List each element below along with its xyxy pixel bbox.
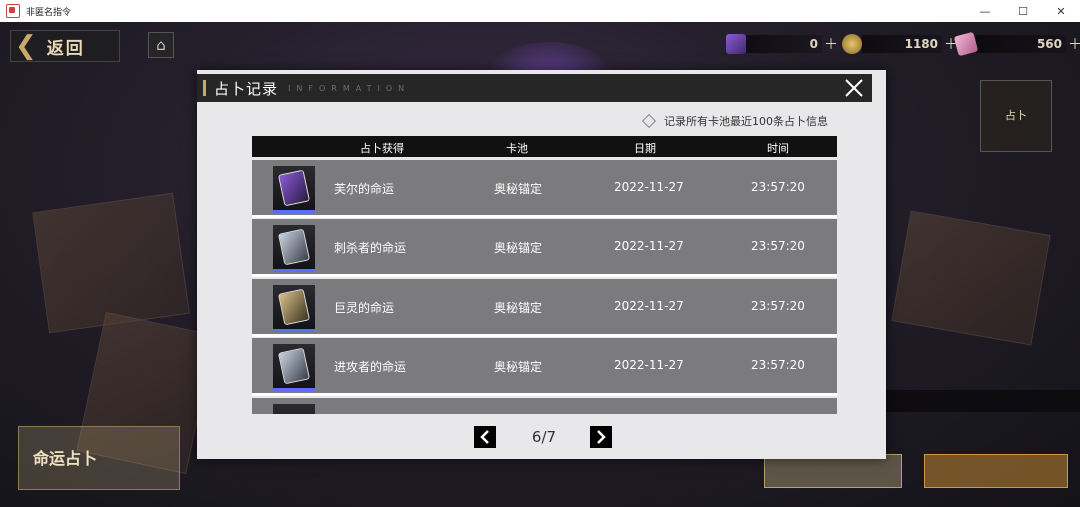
table-header: 占卜获得 卡池 日期 时间 [252, 136, 837, 157]
chevron-right-icon [597, 430, 606, 444]
row-item: 芙尔的命运 [334, 182, 395, 196]
close-icon [845, 79, 863, 97]
gold-coin-icon [842, 34, 862, 54]
add-gem-button[interactable]: ＋ [824, 34, 838, 54]
table-row: 巨灵的命运 奥秘锚定 2022-11-27 23:57:20 [252, 279, 837, 337]
row-date: 2022-11-27 [614, 299, 684, 313]
draw-once-button[interactable] [764, 454, 902, 488]
draw-ten-button[interactable] [924, 454, 1068, 488]
card-thumbnail [273, 166, 315, 213]
minimize-button[interactable]: — [966, 0, 1004, 22]
card-thumbnail [273, 344, 315, 391]
card-icon [277, 169, 311, 207]
pink-ticket-icon [953, 31, 979, 57]
row-time: 23:57:20 [751, 358, 805, 372]
column-header-time: 时间 [767, 142, 789, 155]
card-thumbnail [273, 404, 315, 414]
modal-header: 占卜记录 INFORMATION [197, 74, 872, 102]
left-badge[interactable]: 命运占卜 [18, 426, 180, 490]
header-accent [203, 80, 206, 96]
record-note: 记录所有卡池最近100条占卜信息 [641, 113, 828, 129]
modal-subtitle: INFORMATION [288, 83, 411, 93]
home-button[interactable]: ⌂ [148, 32, 174, 58]
next-page-button[interactable] [590, 426, 612, 448]
pagination: 6/7 [474, 426, 612, 448]
record-list[interactable]: 芙尔的命运 奥秘锚定 2022-11-27 23:57:20 刺杀者的命运 奥秘… [252, 160, 837, 414]
card-thumbnail [273, 225, 315, 272]
row-date: 2022-11-27 [614, 180, 684, 194]
purple-gem-icon [726, 34, 746, 54]
card-icon [277, 288, 311, 326]
close-modal-button[interactable] [842, 76, 866, 100]
row-date: 2022-11-27 [614, 239, 684, 253]
card-icon [277, 347, 311, 385]
row-pool: 奥秘锚定 [494, 360, 543, 374]
right-banner [880, 390, 1080, 412]
record-note-text: 记录所有卡池最近100条占卜信息 [664, 115, 828, 128]
column-header-item: 占卜获得 [360, 142, 404, 155]
maximize-button[interactable]: ☐ [1004, 0, 1042, 22]
row-item: 刺杀者的命运 [334, 241, 407, 255]
column-header-pool: 卡池 [506, 142, 528, 155]
app-icon [6, 4, 20, 18]
page-indicator: 6/7 [531, 428, 557, 446]
coin-count: 1180 [862, 35, 942, 53]
bg-card [891, 210, 1051, 346]
resource-coin: 1180 ＋ [842, 34, 958, 54]
row-item: 巨灵的命运 [334, 301, 395, 315]
table-row: 进攻者的命运 奥秘锚定 2022-11-27 23:57:20 [252, 338, 837, 396]
add-ticket-button[interactable]: ＋ [1068, 34, 1080, 54]
row-pool: 奥秘锚定 [494, 182, 543, 196]
back-label: 返回 [46, 38, 85, 59]
resource-gem: 0 ＋ [726, 34, 838, 54]
card-thumbnail [273, 285, 315, 332]
side-badge-label: 占卜 [1005, 109, 1027, 122]
diamond-icon [641, 113, 657, 129]
row-item: 进攻者的命运 [334, 360, 407, 374]
row-date: 2022-11-27 [614, 358, 684, 372]
modal-title: 占卜记录 [214, 79, 279, 98]
row-time: 23:57:20 [751, 180, 805, 194]
column-header-date: 日期 [634, 142, 656, 155]
row-time: 23:57:20 [751, 239, 805, 253]
window-title: 非匿名指令 [26, 7, 72, 18]
close-window-button[interactable]: ✕ [1042, 0, 1080, 22]
card-icon [277, 228, 311, 266]
side-badge[interactable]: 占卜 [980, 80, 1052, 152]
ticket-count: 560 [976, 35, 1066, 53]
window-titlebar: 非匿名指令 — ☐ ✕ [0, 0, 1080, 23]
chevron-left-icon [480, 430, 489, 444]
back-button[interactable]: ❮ 返回 [10, 30, 120, 62]
left-badge-label: 命运占卜 [33, 449, 98, 468]
row-pool: 奥秘锚定 [494, 241, 543, 255]
prev-page-button[interactable] [474, 426, 496, 448]
table-row-partial [252, 398, 837, 414]
row-pool: 奥秘锚定 [494, 301, 543, 315]
table-row: 刺杀者的命运 奥秘锚定 2022-11-27 23:57:20 [252, 219, 837, 277]
gem-count: 0 [746, 35, 822, 53]
table-row: 芙尔的命运 奥秘锚定 2022-11-27 23:57:20 [252, 160, 837, 218]
chevron-left-icon: ❮ [15, 31, 37, 61]
resource-ticket: 560 ＋ [953, 31, 1080, 57]
row-time: 23:57:20 [751, 299, 805, 313]
home-icon: ⌂ [156, 36, 166, 54]
